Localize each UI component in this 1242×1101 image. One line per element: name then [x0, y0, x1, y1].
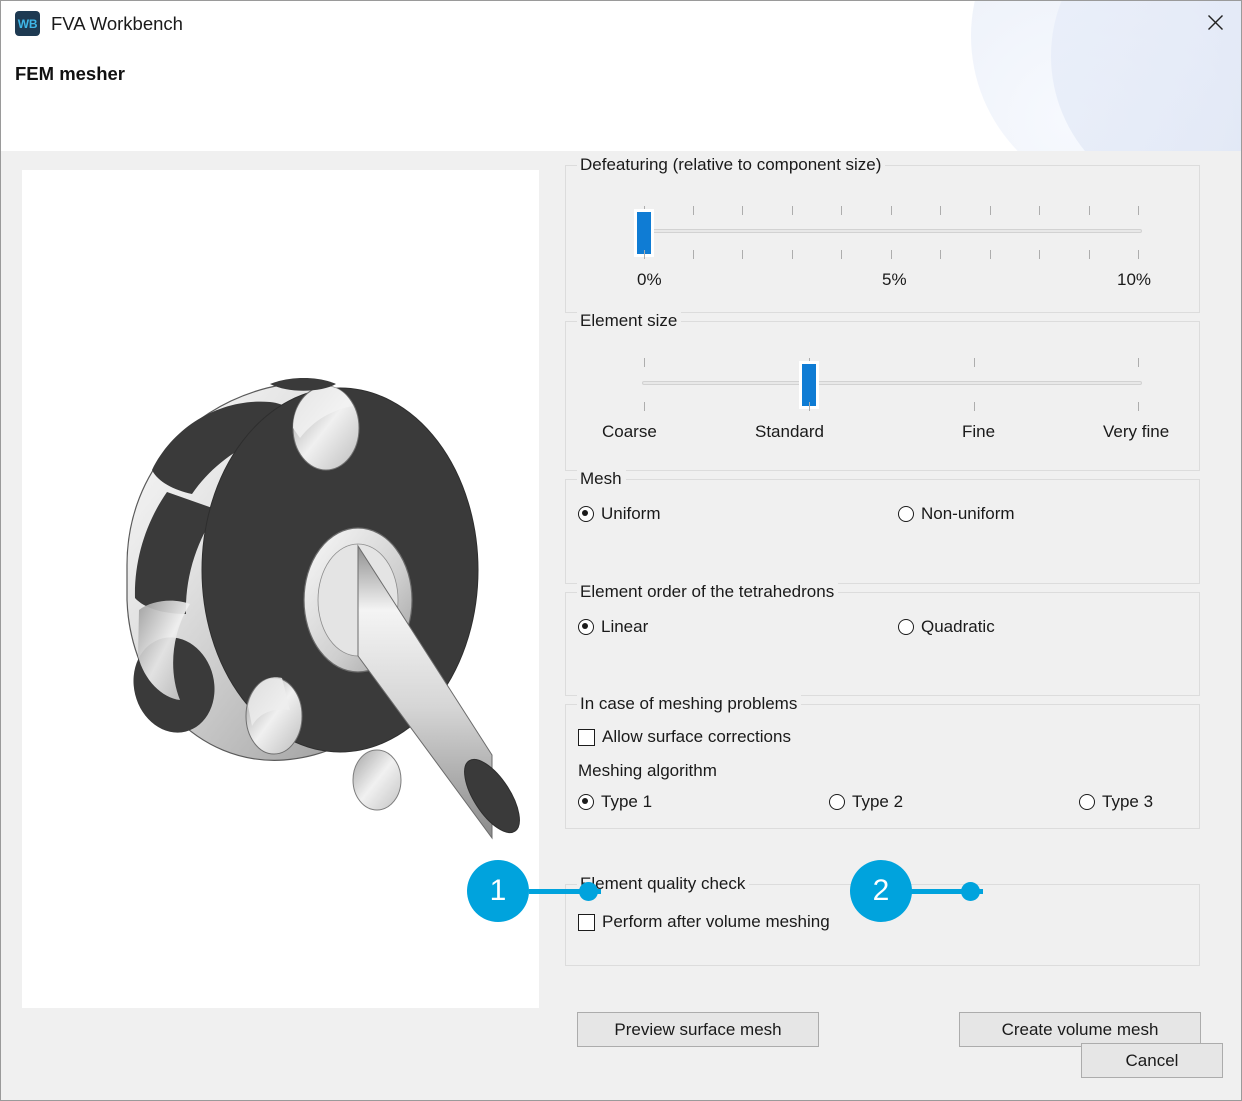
mesh-option-uniform[interactable]: Uniform — [578, 504, 661, 524]
settings-column: Defeaturing (relative to component size) — [565, 155, 1200, 974]
radio-icon-uniform[interactable] — [578, 506, 594, 522]
element-size-ticks-top — [644, 358, 1139, 367]
defeaturing-ticks-top — [644, 206, 1139, 215]
cad-model-image — [126, 378, 520, 840]
checkbox-icon-perform-after-volume-meshing[interactable] — [578, 913, 595, 931]
element-size-slider[interactable]: Coarse Standard Fine Very fine — [566, 322, 1199, 470]
element-size-scale-3: Very fine — [1103, 422, 1170, 441]
mesh-option-uniform-label: Uniform — [601, 504, 661, 523]
element-size-scale-2: Fine — [962, 422, 996, 441]
element-size-group: Element size Coarse Standard Fine Very f… — [565, 311, 1200, 471]
defeaturing-track[interactable] — [642, 229, 1142, 233]
meshing-problems-group: In case of meshing problems Allow surfac… — [565, 694, 1200, 829]
element-size-ticks-bottom — [644, 402, 1139, 411]
allow-surface-corrections-label: Allow surface corrections — [602, 727, 791, 746]
defeaturing-slider[interactable]: 0% 5% 10% — [566, 166, 1199, 312]
dialog-body: Defeaturing (relative to component size) — [1, 151, 1241, 1100]
callout-badge-1: 1 — [467, 860, 529, 922]
meshing-problems-legend: In case of meshing problems — [577, 694, 802, 714]
radio-icon-non-uniform[interactable] — [898, 506, 914, 522]
mesh-option-non-uniform-label: Non-uniform — [921, 504, 1015, 523]
algorithm-option-type-3-label: Type 3 — [1102, 792, 1154, 811]
algorithm-option-type-2[interactable]: Type 2 — [829, 792, 903, 812]
mesh-group: Mesh Uniform Non-uniform — [565, 469, 1200, 584]
algorithm-option-type-1[interactable]: Type 1 — [578, 792, 652, 812]
element-order-group: Element order of the tetrahedrons Linear… — [565, 582, 1200, 696]
close-button[interactable] — [1189, 1, 1241, 43]
title-row: WB FVA Workbench — [15, 11, 183, 36]
defeaturing-group: Defeaturing (relative to component size) — [565, 155, 1200, 313]
element-order-option-quadratic[interactable]: Quadratic — [898, 617, 995, 637]
defeaturing-ticks-bottom — [644, 250, 1139, 259]
defeaturing-scale-1: 5% — [882, 270, 907, 289]
preview-surface-mesh-button[interactable]: Preview surface mesh — [577, 1012, 819, 1047]
callout-badge-2: 2 — [850, 860, 912, 922]
app-logo-icon: WB — [15, 11, 40, 36]
close-icon — [1207, 14, 1224, 31]
mesh-option-non-uniform[interactable]: Non-uniform — [898, 504, 1015, 524]
element-size-track[interactable] — [642, 381, 1142, 385]
element-order-legend: Element order of the tetrahedrons — [577, 582, 839, 602]
callout-1-anchor-dot — [579, 882, 598, 901]
radio-icon-quadratic[interactable] — [898, 619, 914, 635]
perform-after-volume-meshing-label: Perform after volume meshing — [602, 912, 830, 931]
callout-2-anchor-dot — [961, 882, 980, 901]
allow-surface-corrections-checkbox[interactable]: Allow surface corrections — [578, 727, 791, 747]
checkbox-icon-allow-surface-corrections[interactable] — [578, 728, 595, 746]
quality-check-legend: Element quality check — [577, 874, 750, 894]
radio-icon-type-2[interactable] — [829, 794, 845, 810]
radio-icon-linear[interactable] — [578, 619, 594, 635]
create-volume-mesh-button[interactable]: Create volume mesh — [959, 1012, 1201, 1047]
defeaturing-scale-2: 10% — [1117, 270, 1152, 289]
dialog-header: WB FVA Workbench FEM mesher — [1, 1, 1241, 151]
meshing-algorithm-label: Meshing algorithm — [578, 761, 717, 780]
perform-after-volume-meshing-checkbox[interactable]: Perform after volume meshing — [578, 912, 830, 932]
mesh-legend: Mesh — [577, 469, 626, 489]
model-preview-pane[interactable] — [22, 170, 539, 1008]
fem-mesher-dialog: WB FVA Workbench FEM mesher Defeaturing … — [0, 0, 1242, 1101]
element-size-scale-0: Coarse — [602, 422, 657, 441]
algorithm-option-type-2-label: Type 2 — [852, 792, 904, 811]
page-title: FEM mesher — [15, 63, 126, 84]
algorithm-option-type-3[interactable]: Type 3 — [1079, 792, 1153, 812]
radio-icon-type-3[interactable] — [1079, 794, 1095, 810]
defeaturing-scale-0: 0% — [637, 270, 662, 289]
element-order-option-linear[interactable]: Linear — [578, 617, 648, 637]
app-title: FVA Workbench — [51, 12, 183, 34]
element-size-scale-1: Standard — [755, 422, 824, 441]
cancel-button[interactable]: Cancel — [1081, 1043, 1223, 1078]
algorithm-option-type-1-label: Type 1 — [601, 792, 653, 811]
element-order-option-quadratic-label: Quadratic — [921, 617, 995, 636]
element-order-option-linear-label: Linear — [601, 617, 649, 636]
radio-icon-type-1[interactable] — [578, 794, 594, 810]
